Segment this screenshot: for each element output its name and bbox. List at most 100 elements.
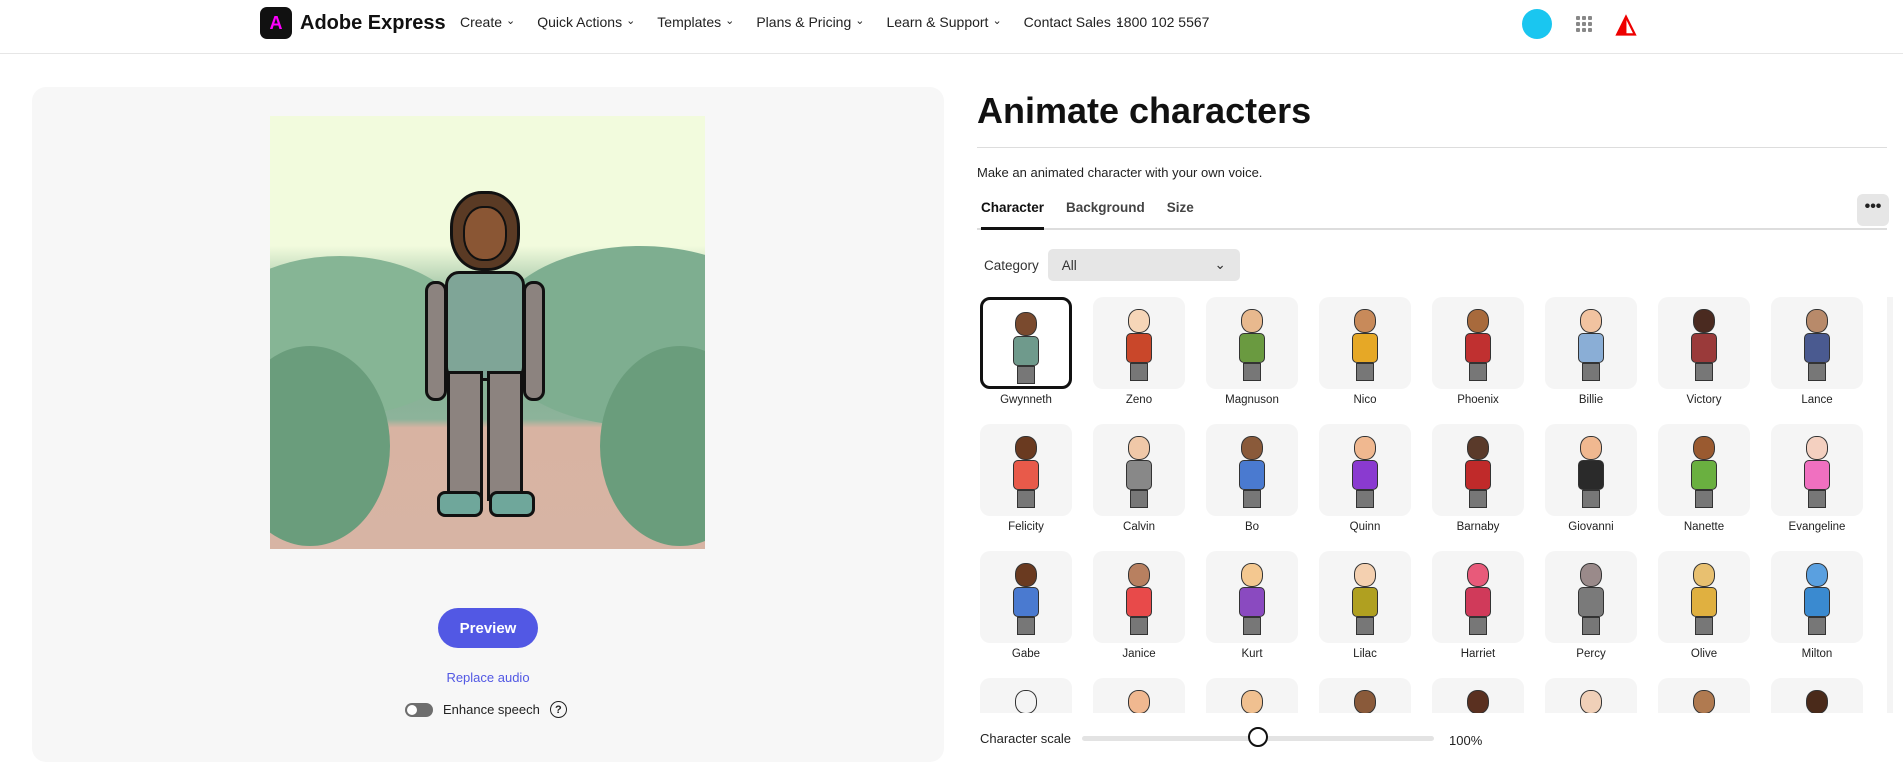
character-thumbnail[interactable] [1771, 551, 1863, 643]
character-scale-slider-thumb[interactable] [1248, 727, 1268, 747]
enhance-speech-toggle[interactable] [405, 702, 433, 717]
character-thumbnail[interactable] [1093, 678, 1185, 713]
character-thumbnail[interactable] [980, 297, 1072, 389]
character-card[interactable] [1432, 678, 1524, 713]
character-thumbnail[interactable] [1432, 424, 1524, 516]
adobe-express-logo[interactable]: A Adobe Express [260, 7, 446, 39]
character-thumbnail[interactable] [1658, 678, 1750, 713]
character-card[interactable] [980, 678, 1072, 713]
preview-button[interactable]: Preview [438, 608, 538, 648]
character-card[interactable] [1658, 678, 1750, 713]
character-card[interactable]: Lilac [1319, 551, 1411, 660]
character-head [1580, 436, 1602, 460]
character-name: Victory [1686, 394, 1722, 406]
nav-item-plans-pricing[interactable]: Plans & Pricing [756, 14, 851, 30]
nav-item-learn-support[interactable]: Learn & Support [886, 14, 988, 30]
character-card[interactable]: Gabe [980, 551, 1072, 660]
tab-background[interactable]: Background [1066, 196, 1145, 230]
character-thumbnail[interactable] [1432, 551, 1524, 643]
character-card[interactable] [1206, 678, 1298, 713]
nav-item-templates[interactable]: Templates [657, 14, 721, 30]
character-body [1239, 587, 1265, 617]
character-legs [1017, 617, 1035, 635]
character-thumbnail[interactable] [1658, 297, 1750, 389]
character-card[interactable]: Felicity [980, 424, 1072, 533]
character-thumbnail[interactable] [1545, 424, 1637, 516]
character-thumbnail[interactable] [1771, 297, 1863, 389]
character-name: Felicity [1008, 521, 1044, 533]
character-thumbnail[interactable] [1658, 551, 1750, 643]
character-thumbnail[interactable] [1545, 551, 1637, 643]
nav-item-contact-sales[interactable]: Contact Sales [1024, 14, 1111, 30]
character-thumbnail[interactable] [1545, 297, 1637, 389]
character-body [1239, 460, 1265, 490]
character-card[interactable] [1771, 678, 1863, 713]
character-thumbnail[interactable] [1771, 424, 1863, 516]
character-card[interactable]: Kurt [1206, 551, 1298, 660]
tab-character[interactable]: Character [981, 196, 1045, 230]
character-body [1239, 333, 1265, 363]
character-thumbnail[interactable] [1771, 678, 1863, 713]
character-thumbnail[interactable] [1319, 678, 1411, 713]
nav-item-create[interactable]: Create [460, 14, 502, 30]
character-card[interactable] [1545, 678, 1637, 713]
character-head [1128, 309, 1150, 333]
avatar[interactable] [1522, 8, 1552, 39]
character-thumbnail[interactable] [980, 424, 1072, 516]
character-card[interactable]: Milton [1771, 551, 1863, 660]
character-card[interactable]: Victory [1658, 297, 1750, 406]
character-card[interactable]: Lance [1771, 297, 1863, 406]
character-card[interactable]: Olive [1658, 551, 1750, 660]
character-thumbnail[interactable] [1206, 297, 1298, 389]
character-card[interactable]: Harriet [1432, 551, 1524, 660]
phone-number[interactable]: 1800 102 5567 [1116, 14, 1209, 30]
character-name: Kurt [1241, 648, 1263, 660]
nav-item-quick-actions[interactable]: Quick Actions [537, 14, 622, 30]
character-thumbnail[interactable] [1319, 297, 1411, 389]
character-thumbnail[interactable] [1432, 297, 1524, 389]
character-card[interactable] [1093, 678, 1185, 713]
character-card[interactable]: Giovanni [1545, 424, 1637, 533]
character-card[interactable]: Bo [1206, 424, 1298, 533]
character-card[interactable]: Phoenix [1432, 297, 1524, 406]
character-thumbnail[interactable] [980, 678, 1072, 713]
help-icon[interactable]: ? [549, 701, 567, 718]
character-card[interactable]: Janice [1093, 551, 1185, 660]
character-thumbnail[interactable] [1545, 678, 1637, 713]
character-card[interactable]: Gwynneth [980, 297, 1072, 406]
character-thumbnail[interactable] [1093, 424, 1185, 516]
apps-grid-icon[interactable] [1576, 15, 1592, 32]
character-card[interactable]: Magnuson [1206, 297, 1298, 406]
character-body [1352, 460, 1378, 490]
character-thumbnail[interactable] [1206, 424, 1298, 516]
more-options-button[interactable]: ••• [1857, 194, 1889, 226]
character-thumbnail[interactable] [1093, 297, 1185, 389]
replace-audio-label[interactable]: Replace audio [446, 670, 529, 685]
character-card[interactable]: Calvin [1093, 424, 1185, 533]
character-card[interactable] [1319, 678, 1411, 713]
category-select[interactable]: All ⌄ [1047, 249, 1240, 281]
character-card[interactable]: Nanette [1658, 424, 1750, 533]
character-card[interactable]: Billie [1545, 297, 1637, 406]
character-body [1465, 587, 1491, 617]
character-thumbnail[interactable] [1093, 551, 1185, 643]
grid-scrollbar[interactable] [1887, 297, 1893, 713]
character-head [1693, 563, 1715, 587]
character-card[interactable]: Evangeline [1771, 424, 1863, 533]
character-thumbnail[interactable] [1319, 424, 1411, 516]
character-card[interactable]: Zeno [1093, 297, 1185, 406]
character-card[interactable]: Quinn [1319, 424, 1411, 533]
adobe-logo-icon[interactable]: ◭ [1616, 8, 1636, 39]
character-thumbnail[interactable] [1432, 678, 1524, 713]
character-thumbnail[interactable] [1206, 551, 1298, 643]
character-thumbnail[interactable] [980, 551, 1072, 643]
character-thumbnail[interactable] [1319, 551, 1411, 643]
character-card[interactable]: Barnaby [1432, 424, 1524, 533]
character-card[interactable]: Percy [1545, 551, 1637, 660]
character-card[interactable]: Nico [1319, 297, 1411, 406]
character-name: Lilac [1353, 648, 1377, 660]
character-thumbnail[interactable] [1206, 678, 1298, 713]
replace-audio-link[interactable]: Replace audio [32, 670, 944, 685]
character-thumbnail[interactable] [1658, 424, 1750, 516]
tab-size[interactable]: Size [1167, 196, 1194, 230]
